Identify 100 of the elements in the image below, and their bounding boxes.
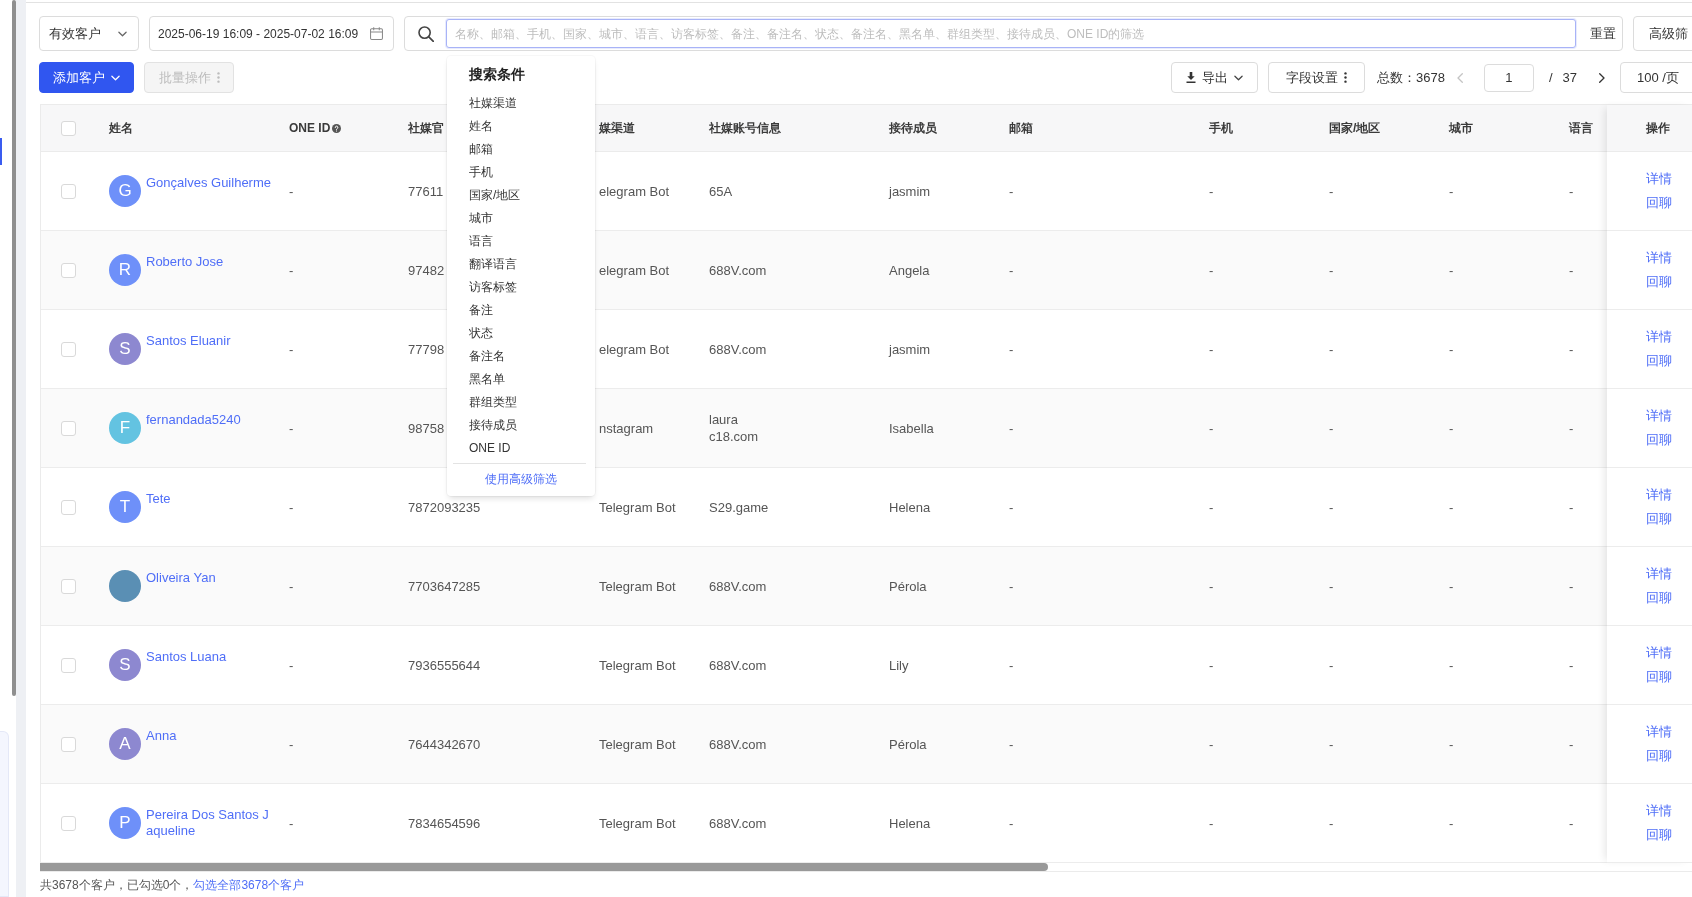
table-cell: 688V.com xyxy=(709,340,767,358)
row-checkbox[interactable] xyxy=(61,657,76,673)
add-customer-button[interactable]: 添加客户 xyxy=(39,62,134,93)
customer-name-link[interactable]: Oliveira Yan xyxy=(146,570,216,586)
row-checkbox[interactable] xyxy=(61,183,76,199)
table-cell: - xyxy=(289,498,294,516)
action-link[interactable]: 详情 xyxy=(1646,565,1672,583)
field-settings-button[interactable]: 字段设置 xyxy=(1268,62,1365,93)
table-cell: - xyxy=(1449,340,1454,358)
table-cell: - xyxy=(1449,577,1454,595)
action-link[interactable]: 回聊 xyxy=(1646,510,1672,528)
action-link[interactable]: 回聊 xyxy=(1646,826,1672,844)
row-checkbox[interactable] xyxy=(61,578,76,594)
table-cell: - xyxy=(1209,419,1214,437)
table-cell: S29.game xyxy=(709,498,769,516)
avatar: G xyxy=(109,175,141,207)
table-cell: - xyxy=(1329,419,1334,437)
action-link[interactable]: 回聊 xyxy=(1646,431,1672,449)
table-cell: Lily xyxy=(889,656,909,674)
table-cell: - xyxy=(1009,340,1014,358)
table-cell: - xyxy=(1209,498,1214,516)
advanced-filter-button[interactable]: 高级筛 xyxy=(1633,16,1692,51)
search-option[interactable]: 备注 xyxy=(447,299,595,322)
search-option[interactable]: 访客标签 xyxy=(447,276,595,299)
table-cell: 98758 xyxy=(408,419,445,437)
action-link[interactable]: 详情 xyxy=(1646,644,1672,662)
chevron-right-icon[interactable] xyxy=(1599,72,1605,83)
action-link[interactable]: 回聊 xyxy=(1646,194,1672,212)
photo-placeholder xyxy=(109,570,141,602)
table-cell: - xyxy=(1569,182,1574,200)
search-option[interactable]: 邮箱 xyxy=(447,138,595,161)
action-link[interactable]: 回聊 xyxy=(1646,589,1672,607)
chevron-down-icon xyxy=(111,74,120,81)
customer-name-link[interactable]: fernandada5240 xyxy=(146,412,241,428)
column-header: 语言 xyxy=(1569,119,1593,137)
action-link[interactable]: 详情 xyxy=(1646,486,1672,504)
row-checkbox[interactable] xyxy=(61,815,76,831)
customer-name-link[interactable]: Anna xyxy=(146,728,177,744)
search-option[interactable]: 社媒渠道 xyxy=(447,92,595,115)
search-option[interactable]: 群组类型 xyxy=(447,391,595,414)
table-cell: - xyxy=(289,340,294,358)
customer-name-link[interactable]: Gonçalves Guilherme xyxy=(146,175,271,191)
active-indicator xyxy=(0,138,2,165)
column-header: 姓名 xyxy=(109,119,133,137)
avatar: S xyxy=(109,649,141,681)
chevron-down-icon xyxy=(118,30,127,37)
search-option[interactable]: 手机 xyxy=(447,161,595,184)
action-link[interactable]: 详情 xyxy=(1646,328,1672,346)
action-link[interactable]: 详情 xyxy=(1646,249,1672,267)
row-checkbox[interactable] xyxy=(61,499,76,515)
search-field[interactable]: 名称、邮箱、手机、国家、城市、语言、访客标签、备注、备注名、状态、备注名、黑名单、群组类型、接待成员、ONE ID的筛选 xyxy=(446,19,1576,48)
customer-name-link[interactable]: Santos Luana xyxy=(146,649,227,665)
export-button[interactable]: 导出 xyxy=(1171,62,1258,93)
action-link[interactable]: 回聊 xyxy=(1646,668,1672,686)
table-cell: 77798 xyxy=(408,340,445,358)
customer-name-link[interactable]: Pereira Dos Santos Jaqueline xyxy=(146,807,272,839)
search-option[interactable]: 黑名单 xyxy=(447,368,595,391)
customer-name-link[interactable]: Tete xyxy=(146,491,171,507)
row-checkbox[interactable] xyxy=(61,341,76,357)
table-cell: - xyxy=(289,577,294,595)
customer-name-link[interactable]: Roberto Jose xyxy=(146,254,224,270)
table-cell: 77611 xyxy=(408,182,444,200)
table-cell: - xyxy=(1209,340,1214,358)
action-link[interactable]: 详情 xyxy=(1646,723,1672,741)
search-option[interactable]: 翻译语言 xyxy=(447,253,595,276)
action-link[interactable]: 详情 xyxy=(1646,170,1672,188)
search-option[interactable]: 城市 xyxy=(447,207,595,230)
date-range-field[interactable]: 2025-06-19 16:09 - 2025-07-02 16:09 xyxy=(149,16,394,51)
action-link[interactable]: 回聊 xyxy=(1646,273,1672,291)
avatar: R xyxy=(109,254,141,286)
row-checkbox[interactable] xyxy=(61,736,76,752)
reset-button[interactable]: 重置 xyxy=(1590,24,1616,43)
search-option[interactable]: ONE ID xyxy=(447,437,595,460)
action-link[interactable]: 回聊 xyxy=(1646,747,1672,765)
avatar: A xyxy=(109,728,141,760)
action-link[interactable]: 回聊 xyxy=(1646,352,1672,370)
search-option[interactable]: 状态 xyxy=(447,322,595,345)
table-cell: - xyxy=(1209,261,1214,279)
action-link[interactable]: 详情 xyxy=(1646,802,1672,820)
select-all-link[interactable]: 勾选全部3678个客户 xyxy=(193,877,305,893)
search-option[interactable]: 语言 xyxy=(447,230,595,253)
search-option[interactable]: 备注名 xyxy=(447,345,595,368)
table-cell: - xyxy=(1569,656,1574,674)
page-size-select[interactable]: 100 /页 xyxy=(1620,62,1692,93)
page-input[interactable]: 1 xyxy=(1483,63,1534,92)
row-checkbox[interactable] xyxy=(61,420,76,436)
row-checkbox[interactable] xyxy=(61,262,76,278)
scrollbar-thumb[interactable] xyxy=(40,863,1048,871)
search-option[interactable]: 接待成员 xyxy=(447,414,595,437)
action-link[interactable]: 详情 xyxy=(1646,407,1672,425)
search-option[interactable]: 国家/地区 xyxy=(447,184,595,207)
select-all-checkbox[interactable] xyxy=(61,120,76,136)
table-cell: - xyxy=(1329,182,1334,200)
advanced-filter-link[interactable]: 使用高级筛选 xyxy=(485,472,557,486)
scrollbar-thumb[interactable] xyxy=(12,0,16,696)
customer-name-link[interactable]: Santos Eluanir xyxy=(146,333,231,349)
customer-type-select[interactable]: 有效客户 xyxy=(39,16,139,51)
table-cell: - xyxy=(1009,419,1014,437)
search-option[interactable]: 姓名 xyxy=(447,115,595,138)
table-cell: - xyxy=(289,419,294,437)
